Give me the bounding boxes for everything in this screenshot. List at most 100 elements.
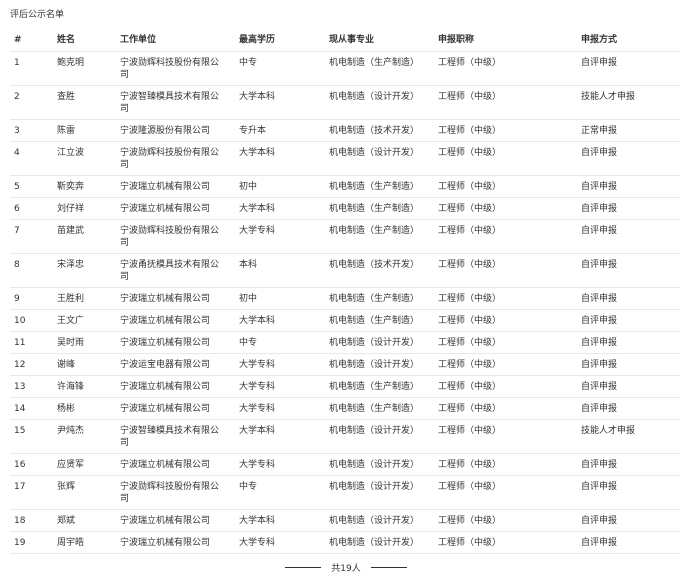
- cell-company: 宁波瑞立机械有限公司: [116, 375, 235, 398]
- cell-method: 自评申报: [577, 509, 680, 532]
- table-row: 13 许海锋 宁波瑞立机械有限公司 大学专科 机电制造（生产制造） 工程师（中级） 自评申报: [10, 375, 680, 398]
- cell-education: 大学专科: [235, 531, 325, 554]
- cell-company: 宁波瑞立机械有限公司: [116, 287, 235, 310]
- cell-company: 宁波瑞立机械有限公司: [116, 531, 235, 554]
- cell-company: 宁波瑞立机械有限公司: [116, 309, 235, 332]
- cell-name: 尹炖杰: [53, 419, 116, 454]
- cell-index: 18: [10, 509, 53, 532]
- cell-specialty: 机电制造（生产制造）: [325, 287, 434, 310]
- cell-index: 13: [10, 375, 53, 398]
- cell-company: 宁波勋辉科技股份有限公司: [116, 475, 235, 510]
- cell-education: 大学本科: [235, 197, 325, 220]
- cell-name: 陈雷: [53, 119, 116, 142]
- cell-name: 江立波: [53, 141, 116, 176]
- cell-education: 大学本科: [235, 85, 325, 120]
- cell-company: 宁波智臻模具技术有限公司: [116, 85, 235, 120]
- cell-education: 专升本: [235, 119, 325, 142]
- col-header-company: 工作单位: [116, 31, 235, 52]
- cell-name: 王胜利: [53, 287, 116, 310]
- cell-education: 大学本科: [235, 419, 325, 454]
- cell-specialty: 机电制造（生产制造）: [325, 309, 434, 332]
- cell-index: 6: [10, 197, 53, 220]
- cell-company: 宁波智臻模具技术有限公司: [116, 419, 235, 454]
- cell-company: 宁波瑞立机械有限公司: [116, 509, 235, 532]
- cell-method: 自评申报: [577, 475, 680, 510]
- cell-title: 工程师（中级）: [434, 419, 577, 454]
- cell-company: 宁波甬抚模具技术有限公司: [116, 253, 235, 288]
- cell-name: 谢峰: [53, 353, 116, 376]
- table-row: 18 郑斌 宁波瑞立机械有限公司 大学本科 机电制造（设计开发） 工程师（中级） 自评申报: [10, 509, 680, 532]
- cell-index: 15: [10, 419, 53, 454]
- cell-title: 工程师（中级）: [434, 475, 577, 510]
- cell-index: 17: [10, 475, 53, 510]
- cell-education: 大学本科: [235, 509, 325, 532]
- cell-specialty: 机电制造（生产制造）: [325, 397, 434, 420]
- table-row: 11 吴时雨 宁波瑞立机械有限公司 中专 机电制造（设计开发） 工程师（中级） 自评申报: [10, 331, 680, 354]
- cell-education: 大学专科: [235, 219, 325, 254]
- cell-company: 宁波瑞立机械有限公司: [116, 331, 235, 354]
- cell-method: 自评申报: [577, 331, 680, 354]
- col-header-education: 最高学历: [235, 31, 325, 52]
- cell-education: 初中: [235, 287, 325, 310]
- cell-title: 工程师（中级）: [434, 331, 577, 354]
- cell-method: 自评申报: [577, 375, 680, 398]
- cell-name: 查胜: [53, 85, 116, 120]
- cell-name: 苗建武: [53, 219, 116, 254]
- cell-title: 工程师（中级）: [434, 197, 577, 220]
- cell-index: 9: [10, 287, 53, 310]
- cell-company: 宁波勋辉科技股份有限公司: [116, 51, 235, 86]
- cell-index: 14: [10, 397, 53, 420]
- cell-education: 大学本科: [235, 141, 325, 176]
- cell-method: 正常申报: [577, 119, 680, 142]
- cell-method: 自评申报: [577, 197, 680, 220]
- cell-education: 大学专科: [235, 353, 325, 376]
- cell-method: 自评申报: [577, 531, 680, 554]
- table-row: 16 应贤军 宁波瑞立机械有限公司 大学专科 机电制造（设计开发） 工程师（中级） 自评申报: [10, 453, 680, 476]
- cell-specialty: 机电制造（生产制造）: [325, 51, 434, 86]
- table-row: 19 周宇皓 宁波瑞立机械有限公司 大学专科 机电制造（设计开发） 工程师（中级） 自评申报: [10, 531, 680, 554]
- page-title: 评后公示名单: [10, 10, 65, 20]
- cell-method: 技能人才申报: [577, 85, 680, 120]
- roster-table: # 姓名 工作单位 最高学历 现从事专业 申报职称 申报方式 1 鲍克明 宁波勋辉科…: [10, 31, 680, 554]
- cell-education: 大学专科: [235, 453, 325, 476]
- cell-education: 初中: [235, 175, 325, 198]
- cell-name: 周宇皓: [53, 531, 116, 554]
- cell-index: 5: [10, 175, 53, 198]
- cell-name: 靳奕奔: [53, 175, 116, 198]
- table-row: 5 靳奕奔 宁波瑞立机械有限公司 初中 机电制造（生产制造） 工程师（中级） 自评申报: [10, 175, 680, 198]
- col-header-specialty: 现从事专业: [325, 31, 434, 52]
- cell-method: 自评申报: [577, 141, 680, 176]
- table-row: 14 杨彬 宁波瑞立机械有限公司 大学专科 机电制造（生产制造） 工程师（中级） 自评申报: [10, 397, 680, 420]
- cell-name: 宋泽忠: [53, 253, 116, 288]
- cell-education: 中专: [235, 331, 325, 354]
- cell-method: 自评申报: [577, 175, 680, 198]
- cell-method: 自评申报: [577, 353, 680, 376]
- col-header-method: 申报方式: [577, 31, 680, 52]
- cell-name: 鲍克明: [53, 51, 116, 86]
- col-header-title: 申报职称: [434, 31, 577, 52]
- table-row: 9 王胜利 宁波瑞立机械有限公司 初中 机电制造（生产制造） 工程师（中级） 自评申报: [10, 287, 680, 310]
- cell-company: 宁波瑞立机械有限公司: [116, 453, 235, 476]
- cell-method: 自评申报: [577, 51, 680, 86]
- cell-index: 16: [10, 453, 53, 476]
- table-row: 7 苗建武 宁波勋辉科技股份有限公司 大学专科 机电制造（生产制造） 工程师（中级） 自评申…: [10, 219, 680, 254]
- cell-name: 郑斌: [53, 509, 116, 532]
- cell-name: 吴时雨: [53, 331, 116, 354]
- table-row: 2 查胜 宁波智臻模具技术有限公司 大学本科 机电制造（设计开发） 工程师（中级） 技能人才…: [10, 85, 680, 120]
- cell-specialty: 机电制造（设计开发）: [325, 419, 434, 454]
- table-row: 17 张辉 宁波勋辉科技股份有限公司 中专 机电制造（设计开发） 工程师（中级） 自评申报: [10, 475, 680, 510]
- cell-specialty: 机电制造（技术开发）: [325, 253, 434, 288]
- cell-education: 本科: [235, 253, 325, 288]
- cell-title: 工程师（中级）: [434, 253, 577, 288]
- cell-specialty: 机电制造（设计开发）: [325, 509, 434, 532]
- cell-title: 工程师（中级）: [434, 175, 577, 198]
- cell-specialty: 机电制造（设计开发）: [325, 475, 434, 510]
- cell-specialty: 机电制造（设计开发）: [325, 331, 434, 354]
- cell-method: 自评申报: [577, 219, 680, 254]
- col-header-index: #: [10, 31, 53, 52]
- cell-index: 11: [10, 331, 53, 354]
- cell-index: 4: [10, 141, 53, 176]
- table-row: 12 谢峰 宁波运宝电器有限公司 大学专科 机电制造（设计开发） 工程师（中级） 自评申报: [10, 353, 680, 376]
- cell-title: 工程师（中级）: [434, 51, 577, 86]
- cell-title: 工程师（中级）: [434, 509, 577, 532]
